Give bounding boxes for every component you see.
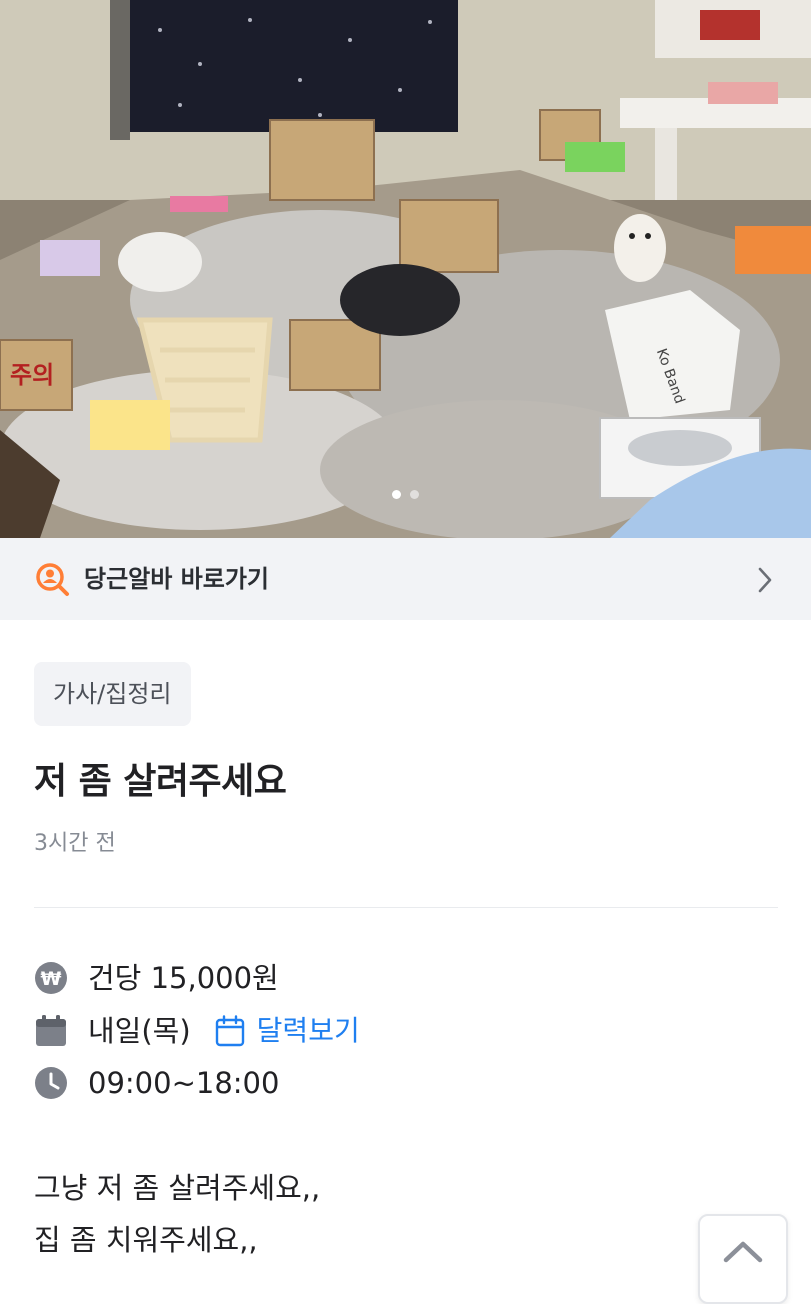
post-title: 저 좀 살려주세요 [34, 761, 287, 802]
calendar-link-label: 달력보기 [256, 1014, 360, 1047]
page-dot-active [392, 490, 401, 499]
calendar-outline-icon [215, 1015, 244, 1047]
description-line: 그냥 저 좀 살려주세요,, [34, 1171, 321, 1205]
date-row: 내일(목) 달력보기 [34, 1010, 360, 1052]
page-dot [410, 490, 419, 499]
banner-label: 당근알바 바로가기 [84, 565, 269, 593]
description-line: 집 좀 치워주세요,, [34, 1223, 258, 1257]
daangn-alba-banner[interactable]: 당근알바 바로가기 [0, 538, 811, 620]
time-text: 09:00~18:00 [88, 1066, 280, 1100]
category-chip[interactable]: 가사/집정리 [34, 662, 191, 726]
svg-text:₩: ₩ [41, 968, 62, 990]
clock-icon [35, 1067, 67, 1099]
pay-row: ₩ 건당 15,000원 [34, 957, 279, 999]
calendar-icon [36, 1015, 66, 1046]
time-row: 09:00~18:00 [34, 1062, 279, 1104]
divider [34, 907, 778, 908]
listing-photo[interactable]: 주의 Ko Band [0, 0, 811, 538]
chevron-up-icon [723, 1241, 763, 1263]
chevron-right-icon [758, 567, 772, 593]
search-person-icon [36, 563, 69, 596]
calendar-view-link[interactable]: 달력보기 [215, 1010, 360, 1052]
post-description: 그냥 저 좀 살려주세요,, 집 좀 치워주세요,, [34, 1162, 320, 1266]
pay-text: 건당 15,000원 [88, 961, 279, 995]
date-text: 내일(목) [88, 1014, 191, 1048]
messy-room-illustration: 주의 Ko Band [0, 0, 811, 538]
svg-text:주의: 주의 [10, 361, 54, 389]
won-icon: ₩ [35, 962, 67, 994]
photo-page-indicator [0, 490, 811, 499]
post-time-ago: 3시간 전 [34, 831, 116, 856]
scroll-to-top-button[interactable] [698, 1214, 788, 1304]
